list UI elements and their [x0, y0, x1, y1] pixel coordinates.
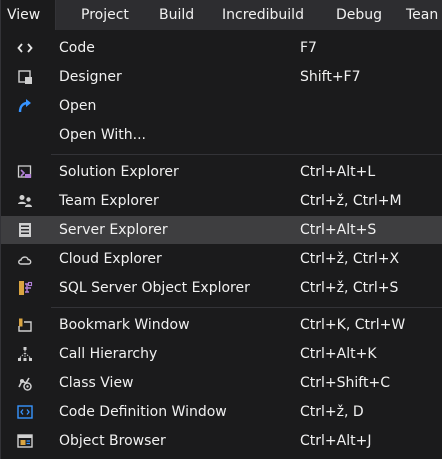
menu-item-sql-server-object-explorer[interactable]: SQL Server Object Explorer Ctrl+ž, Ctrl+… — [1, 274, 442, 302]
view-menu-dropdown: Code F7 Designer Shift+F7 Open Open With… — [0, 30, 442, 459]
menu-item-shortcut: Ctrl+Alt+S — [300, 222, 377, 238]
menu-item-code[interactable]: Code F7 — [1, 34, 442, 62]
menu-item-label: Open — [59, 98, 97, 114]
menu-item-label: Server Explorer — [59, 222, 168, 238]
call-hierarchy-icon — [17, 346, 33, 362]
menu-item-label: Cloud Explorer — [59, 251, 162, 267]
menu-bar: View Project Build Incredibuild Debug Te… — [0, 0, 442, 30]
menu-item-shortcut: Ctrl+ž, Ctrl+X — [300, 251, 400, 267]
menu-item-call-hierarchy[interactable]: Call Hierarchy Ctrl+Alt+K — [1, 340, 442, 368]
menu-item-label: Code Definition Window — [59, 404, 227, 420]
menu-separator — [51, 154, 442, 155]
menu-item-bookmark-window[interactable]: Bookmark Window Ctrl+K, Ctrl+W — [1, 311, 442, 339]
menu-item-cloud-explorer[interactable]: Cloud Explorer Ctrl+ž, Ctrl+X — [1, 245, 442, 273]
menu-item-shortcut: Ctrl+Shift+C — [300, 375, 390, 391]
menu-separator — [51, 307, 442, 308]
menu-item-shortcut: Shift+F7 — [300, 69, 361, 85]
menu-item-shortcut: Ctrl+ž, Ctrl+S — [300, 280, 399, 296]
menu-item-label: Code — [59, 40, 95, 56]
code-definition-icon — [17, 404, 33, 420]
menu-item-open[interactable]: Open — [1, 92, 442, 120]
menu-item-shortcut: Ctrl+Alt+J — [300, 433, 372, 449]
menu-item-label: Class View — [59, 375, 134, 391]
open-arrow-icon — [17, 98, 33, 114]
menu-item-shortcut: Ctrl+ž, D — [300, 404, 364, 420]
designer-icon — [17, 69, 33, 85]
team-explorer-icon — [17, 193, 33, 209]
menu-item-team-explorer[interactable]: Team Explorer Ctrl+ž, Ctrl+M — [1, 187, 442, 215]
menu-item-shortcut: F7 — [300, 40, 317, 56]
menu-item-shortcut: Ctrl+K, Ctrl+W — [300, 317, 406, 333]
code-icon — [17, 40, 33, 56]
menu-item-server-explorer[interactable]: Server Explorer Ctrl+Alt+S — [1, 216, 442, 244]
menu-item-object-browser[interactable]: Object Browser Ctrl+Alt+J — [1, 427, 442, 455]
server-explorer-icon — [17, 222, 33, 238]
menu-item-label: Bookmark Window — [59, 317, 190, 333]
solution-explorer-icon — [17, 164, 33, 180]
menu-item-code-definition-window[interactable]: Code Definition Window Ctrl+ž, D — [1, 398, 442, 426]
cloud-icon — [17, 251, 33, 267]
menu-item-shortcut: Ctrl+ž, Ctrl+M — [300, 193, 402, 209]
menu-item-label: SQL Server Object Explorer — [59, 280, 250, 296]
menu-item-label: Object Browser — [59, 433, 166, 449]
menu-item-open-with[interactable]: Open With... — [1, 121, 442, 149]
menu-item-designer[interactable]: Designer Shift+F7 — [1, 63, 442, 91]
menu-item-shortcut: Ctrl+Alt+L — [300, 164, 376, 180]
menu-build[interactable]: Build — [159, 0, 194, 30]
sql-server-icon — [17, 280, 33, 296]
object-browser-icon — [17, 433, 33, 449]
menu-item-label: Team Explorer — [59, 193, 159, 209]
menu-item-class-view[interactable]: Class View Ctrl+Shift+C — [1, 369, 442, 397]
menu-item-label: Designer — [59, 69, 122, 85]
menu-debug[interactable]: Debug — [336, 0, 382, 30]
bookmark-icon — [17, 317, 33, 333]
menu-item-shortcut: Ctrl+Alt+K — [300, 346, 377, 362]
menu-item-label: Call Hierarchy — [59, 346, 158, 362]
class-view-icon — [17, 375, 33, 391]
menu-view[interactable]: View — [0, 0, 56, 30]
menu-item-label: Open With... — [59, 127, 146, 143]
menu-incredibuild[interactable]: Incredibuild — [222, 0, 304, 30]
menu-item-label: Solution Explorer — [59, 164, 179, 180]
menu-project[interactable]: Project — [81, 0, 129, 30]
menu-team[interactable]: Tean — [406, 0, 438, 30]
menu-item-solution-explorer[interactable]: Solution Explorer Ctrl+Alt+L — [1, 158, 442, 186]
